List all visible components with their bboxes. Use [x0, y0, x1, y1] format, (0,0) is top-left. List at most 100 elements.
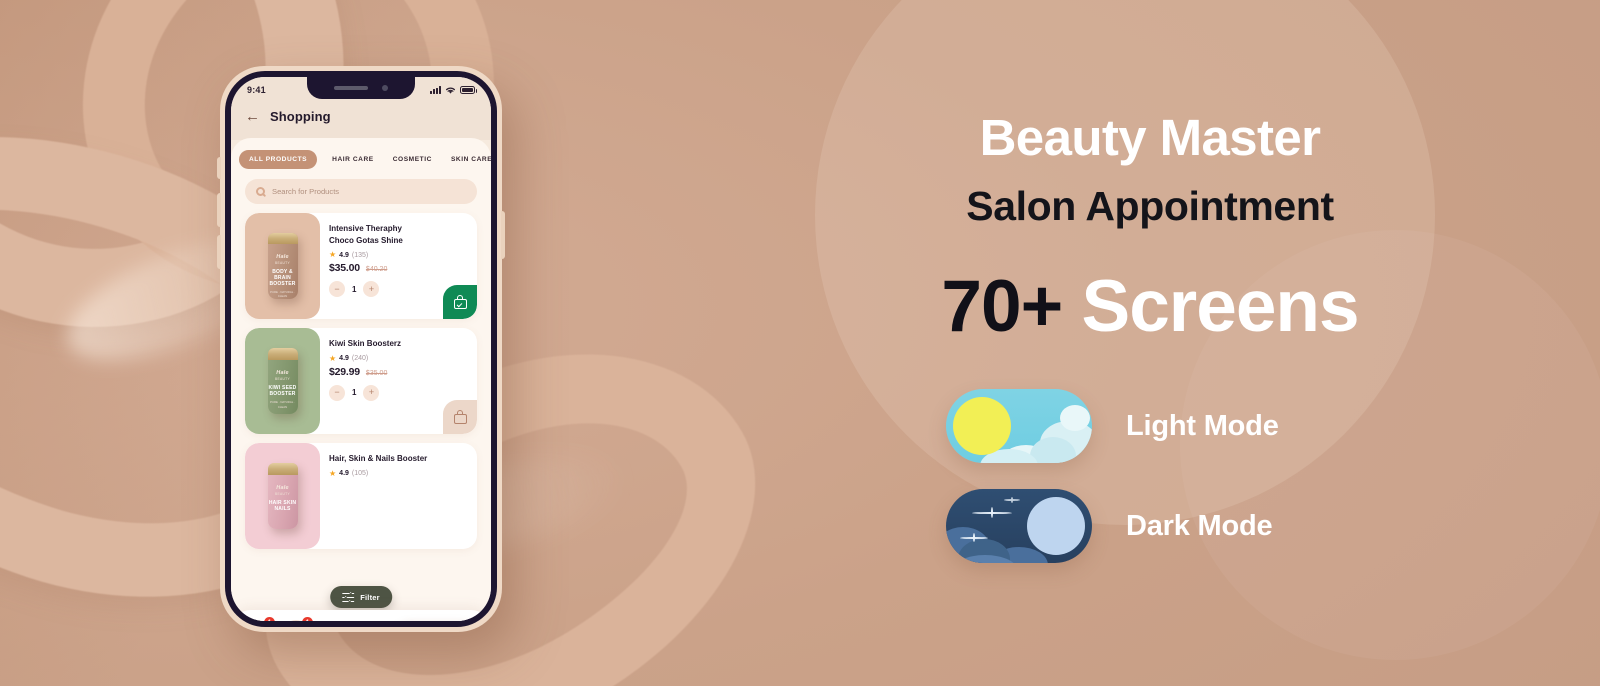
rating-value: 4.9	[339, 251, 349, 259]
quantity-value: 1	[352, 284, 357, 294]
dark-mode-row: Dark Mode	[946, 489, 1273, 563]
current-price: $29.99	[329, 365, 360, 378]
product-list: Hale BEAUTY BODY & BRAIN BOOSTER PURE · …	[231, 204, 491, 549]
search-section: Search for Products	[231, 169, 491, 204]
bottle-brand: Hale	[276, 370, 289, 376]
tab-all-products[interactable]: ALL PRODUCTS	[239, 150, 318, 169]
review-count: (105)	[351, 470, 369, 478]
decrease-quantity-button[interactable]: −	[329, 281, 345, 298]
promo-subtitle: Salon Appointment	[966, 183, 1334, 229]
appointment-summary[interactable]: 1 $50.00	[245, 617, 275, 621]
front-camera-icon	[382, 85, 388, 91]
bottle-tagline: PURE · NATURAL · CLEAN	[270, 400, 295, 409]
shopping-bag-check-icon	[453, 295, 467, 309]
product-price: $29.99 $35.00	[329, 366, 469, 378]
bottom-bar: 1 $50.00 1 $35.00 Next →	[231, 610, 491, 621]
promo-panel: Beauty Master Salon Appointment 70+ Scre…	[700, 0, 1600, 686]
search-placeholder: Search for Products	[272, 187, 340, 196]
product-card[interactable]: Hale BEAUTY KIWI SEED BOOSTER PURE · NAT…	[245, 328, 477, 434]
promo-title: Beauty Master	[979, 109, 1321, 166]
increase-quantity-button[interactable]: +	[363, 281, 380, 298]
earpiece-speaker-icon	[334, 86, 368, 90]
shopping-bag-icon	[453, 410, 467, 424]
rating-value: 4.9	[339, 355, 349, 363]
status-time: 9:41	[247, 85, 266, 95]
add-to-cart-button[interactable]	[443, 400, 477, 434]
increase-quantity-button[interactable]: +	[363, 384, 380, 401]
product-name-line2: Choco Gotas Shine	[329, 235, 403, 245]
star-icon: ★	[329, 250, 337, 260]
rating-value: 4.9	[339, 470, 349, 478]
cloud-shape	[1060, 405, 1090, 431]
product-card[interactable]: Hale BEAUTY HAIR SKIN NAILS Hair, Skin &…	[245, 443, 477, 549]
dark-mode-label: Dark Mode	[1126, 509, 1273, 542]
screens-word: Screens	[1081, 266, 1360, 347]
volume-up-button[interactable]	[217, 193, 221, 227]
product-image: Hale BEAUTY KIWI SEED BOOSTER PURE · NAT…	[245, 328, 320, 434]
star-icon: ★	[329, 353, 337, 363]
bottle-label: Hale BEAUTY HAIR SKIN NAILS	[268, 485, 298, 512]
search-icon	[256, 187, 265, 196]
calendar-icon: 1	[245, 617, 275, 621]
bottle-subbrand: BEAUTY	[275, 377, 290, 381]
product-price: $35.00 $40.20	[329, 262, 469, 274]
product-rating: ★ 4.9 (105)	[329, 468, 469, 478]
mute-switch[interactable]	[217, 157, 221, 179]
back-arrow-icon[interactable]: ←	[245, 109, 260, 124]
product-bottle-illustration: Hale BEAUTY KIWI SEED BOOSTER PURE · NAT…	[267, 348, 298, 414]
product-rating: ★ 4.9 (240)	[329, 353, 469, 363]
moon-icon	[1027, 497, 1085, 555]
app-content: ALL PRODUCTS HAIR CARE COSMETIC SKIN CAR…	[231, 138, 491, 621]
bottle-subbrand: BEAUTY	[275, 260, 290, 265]
review-count: (135)	[351, 251, 369, 259]
status-icons	[430, 86, 477, 95]
quantity-value: 1	[352, 388, 357, 398]
product-image: Hale BEAUTY HAIR SKIN NAILS	[245, 443, 320, 549]
product-bottle-illustration: Hale BEAUTY BODY & BRAIN BOOSTER PURE · …	[267, 233, 298, 299]
bottle-subbrand: BEAUTY	[275, 492, 290, 496]
dark-mode-toggle[interactable]	[946, 489, 1092, 563]
bottle-brand: Hale	[276, 253, 289, 260]
original-price: $40.20	[365, 266, 388, 274]
sliders-icon	[342, 591, 355, 603]
signal-bars-icon	[430, 86, 441, 94]
sun-icon	[953, 397, 1011, 455]
product-name: Kiwi Skin Boosterz	[329, 339, 402, 348]
bottle-product-name: HAIR SKIN NAILS	[268, 500, 297, 512]
light-mode-row: Light Mode	[946, 389, 1279, 463]
bottle-brand: Hale	[276, 485, 289, 491]
product-info: Hair, Skin & Nails Booster ★ 4.9 (105)	[329, 443, 477, 549]
page-title: Shopping	[270, 109, 331, 124]
promo-screens-count: 70+ Screens	[700, 270, 1600, 343]
tab-skin-care[interactable]: SKIN CARE	[447, 150, 491, 169]
add-to-cart-button[interactable]	[443, 285, 477, 319]
star-icon	[960, 533, 988, 542]
appointment-badge: 1	[264, 617, 275, 621]
product-name: Hair, Skin & Nails Booster	[329, 454, 428, 463]
tab-cosmetic[interactable]: COSMETIC	[389, 150, 436, 169]
star-icon: ★	[329, 468, 337, 478]
review-count: (240)	[351, 355, 369, 363]
bottle-cap	[267, 348, 298, 360]
product-name: Intensive Theraphy Choco Gotas Shine	[329, 223, 469, 246]
filter-button[interactable]: Filter	[330, 586, 392, 608]
cart-summary[interactable]: 1 $35.00	[283, 617, 313, 621]
app-header: ← Shopping	[231, 103, 491, 140]
product-card[interactable]: Hale BEAUTY BODY & BRAIN BOOSTER PURE · …	[245, 213, 477, 319]
tab-hair-care[interactable]: HAIR CARE	[328, 150, 378, 169]
light-mode-toggle[interactable]	[946, 389, 1092, 463]
decrease-quantity-button[interactable]: −	[329, 384, 345, 401]
search-input[interactable]: Search for Products	[245, 179, 477, 204]
phone-screen: 9:41 ← Shopping ALL PRODUCTS HAIR CARE C…	[231, 77, 491, 621]
product-bottle-illustration: Hale BEAUTY HAIR SKIN NAILS	[267, 463, 298, 529]
bottle-product-name: KIWI SEED BOOSTER	[268, 385, 297, 397]
volume-down-button[interactable]	[217, 235, 221, 269]
light-mode-label: Light Mode	[1126, 409, 1279, 442]
shopping-bag-icon: 1	[283, 617, 313, 621]
power-button[interactable]	[501, 211, 505, 259]
category-tabs: ALL PRODUCTS HAIR CARE COSMETIC SKIN CAR…	[231, 150, 491, 169]
current-price: $35.00	[329, 262, 360, 275]
bottle-cap	[267, 463, 298, 475]
star-icon	[1004, 497, 1020, 503]
screens-number: 70+	[941, 266, 1063, 347]
